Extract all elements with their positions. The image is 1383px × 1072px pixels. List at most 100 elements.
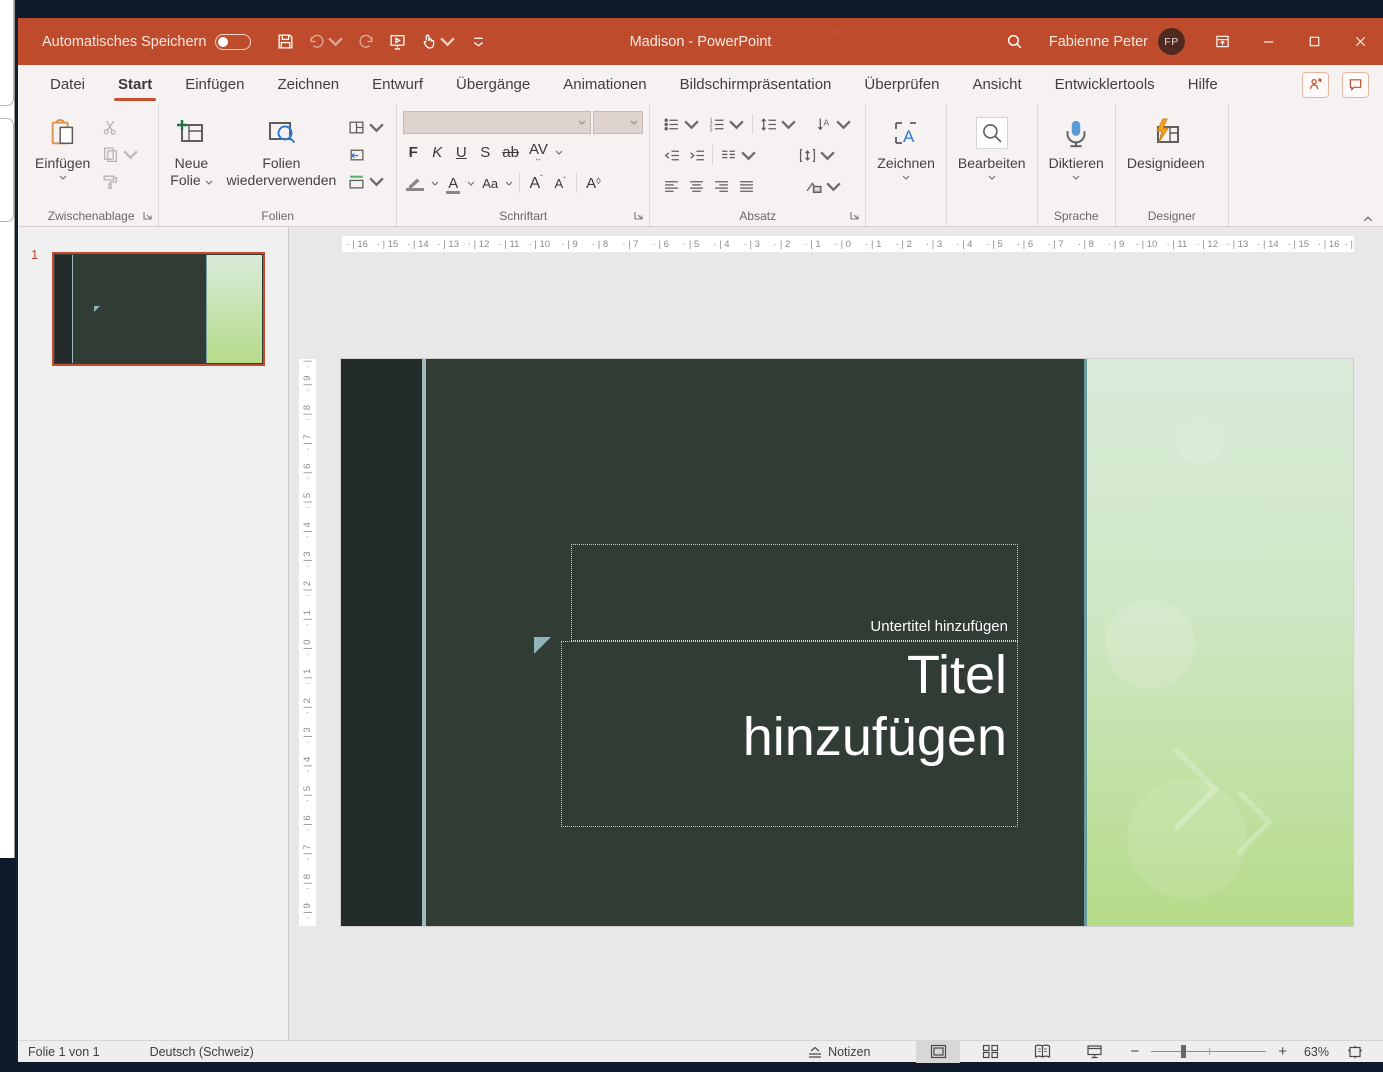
bullets-button[interactable] xyxy=(660,114,703,135)
save-icon[interactable] xyxy=(272,29,299,54)
align-text-button[interactable] xyxy=(796,145,839,166)
quick-access-toolbar xyxy=(272,29,492,54)
increase-indent-button[interactable] xyxy=(685,145,708,166)
slideshow-view-button[interactable] xyxy=(1072,1041,1116,1063)
tab-entwicklertools[interactable]: Entwicklertools xyxy=(1053,68,1157,102)
text-direction-button[interactable] xyxy=(812,114,855,135)
subtitle-placeholder[interactable]: Untertitel hinzufügen xyxy=(571,544,1018,641)
tab-einf-gen[interactable]: Einfügen xyxy=(183,68,246,102)
font-color-button[interactable]: A xyxy=(443,174,463,194)
new-slide-icon xyxy=(175,115,207,151)
ribbon-display-options-icon[interactable] xyxy=(1199,18,1245,65)
format-painter-button[interactable] xyxy=(99,171,142,192)
notes-button[interactable]: Notizen xyxy=(785,1045,892,1059)
undo-icon[interactable] xyxy=(303,29,349,54)
design-ideas-button[interactable]: Designideen xyxy=(1120,109,1212,204)
font-name-combo[interactable] xyxy=(403,111,592,134)
copy-button[interactable] xyxy=(99,144,142,165)
fit-slide-to-window-button[interactable] xyxy=(1337,1045,1373,1059)
paste-button[interactable]: Einfügen xyxy=(28,109,97,204)
columns-button[interactable] xyxy=(717,145,760,166)
change-case-button[interactable]: Aa xyxy=(479,175,501,192)
font-size-combo[interactable] xyxy=(593,111,644,134)
zoom-slider[interactable] xyxy=(1151,1045,1267,1058)
slide-indicator[interactable]: Folie 1 von 1 xyxy=(18,1045,110,1059)
group-label-slides: Folien xyxy=(261,209,295,223)
title-placeholder[interactable]: Titel hinzufügen xyxy=(561,641,1018,827)
reuse-slides-button[interactable]: Folien wiederverwenden xyxy=(220,109,344,204)
layout-button[interactable] xyxy=(345,117,388,138)
bold-button[interactable]: F xyxy=(403,143,423,162)
numbering-button[interactable] xyxy=(705,114,748,135)
slide-editing-area[interactable]: Untertitel hinzufügen Titel hinzufügen xyxy=(341,359,1353,926)
vertical-ruler[interactable]: · | 9 · | 8 · | 7 · | 6 · | 5 · | 4 · | 3 · | 2… xyxy=(299,359,316,926)
align-right-button[interactable] xyxy=(710,176,733,197)
clipboard-dialog-launcher[interactable] xyxy=(141,209,154,222)
tab-datei[interactable]: Datei xyxy=(48,68,87,102)
zoom-out-button[interactable]: − xyxy=(1126,1043,1143,1060)
underline-button[interactable]: U xyxy=(451,143,471,162)
zoom-level[interactable]: 63% xyxy=(1299,1045,1329,1059)
comments-button[interactable] xyxy=(1342,71,1369,98)
cut-button[interactable] xyxy=(99,117,142,138)
reading-view-button[interactable] xyxy=(1020,1041,1064,1063)
autosave-toggle-group[interactable]: Automatisches Speichern xyxy=(42,33,252,50)
paragraph-dialog-launcher[interactable] xyxy=(848,209,861,222)
close-button[interactable] xyxy=(1337,18,1383,65)
smartart-convert-button[interactable] xyxy=(802,176,845,197)
avatar[interactable]: FP xyxy=(1158,28,1185,55)
italic-button[interactable]: K xyxy=(427,143,447,162)
minimize-button[interactable] xyxy=(1245,18,1291,65)
tab--berg-nge[interactable]: Übergänge xyxy=(454,68,532,102)
redo-icon[interactable] xyxy=(353,29,380,54)
customize-qat-icon[interactable] xyxy=(465,29,492,54)
search-icon[interactable] xyxy=(980,18,1049,65)
tab-zeichnen[interactable]: Zeichnen xyxy=(275,68,341,102)
tab-animationen[interactable]: Animationen xyxy=(561,68,648,102)
collapse-ribbon-icon[interactable] xyxy=(1363,216,1373,222)
slide-sorter-view-button[interactable] xyxy=(968,1041,1012,1063)
language-indicator[interactable]: Deutsch (Schweiz) xyxy=(140,1045,264,1059)
subtitle-placeholder-text[interactable]: Untertitel hinzufügen xyxy=(870,618,1008,635)
maximize-button[interactable] xyxy=(1291,18,1337,65)
line-spacing-button[interactable] xyxy=(757,114,800,135)
align-left-button[interactable] xyxy=(660,176,683,197)
tab--berpr-fen[interactable]: Überprüfen xyxy=(862,68,941,102)
editing-button[interactable]: Bearbeiten xyxy=(951,109,1033,204)
normal-view-button[interactable] xyxy=(916,1040,961,1063)
slide-thumbnail-preview xyxy=(55,255,262,363)
tab-entwurf[interactable]: Entwurf xyxy=(370,68,425,102)
autosave-toggle[interactable] xyxy=(215,33,252,50)
horizontal-ruler[interactable]: · | 16 · | 15 · | 14 · | 13 · | 12 · | 11 · | … xyxy=(342,236,1354,252)
zoom-slider-handle[interactable] xyxy=(1181,1045,1187,1058)
touch-mode-icon[interactable] xyxy=(415,29,461,54)
share-button[interactable] xyxy=(1302,71,1329,98)
drawing-button[interactable]: Zeichnen xyxy=(870,109,942,204)
title-placeholder-text[interactable]: Titel hinzufügen xyxy=(677,644,1007,768)
section-button[interactable] xyxy=(345,171,388,192)
text-shadow-button[interactable]: S xyxy=(475,143,495,162)
decrease-indent-button[interactable] xyxy=(660,145,683,166)
start-slideshow-icon[interactable] xyxy=(384,29,411,54)
tab-bildschirmpr-sentation[interactable]: Bildschirmpräsentation xyxy=(678,68,834,102)
account-area[interactable]: Fabienne Peter FP xyxy=(1049,28,1199,55)
reset-button[interactable] xyxy=(345,144,388,165)
dictate-button[interactable]: Diktieren xyxy=(1042,109,1111,204)
notes-icon xyxy=(807,1046,823,1058)
highlight-color-button[interactable] xyxy=(403,176,427,191)
grow-font-button[interactable]: Aˆ xyxy=(526,173,546,194)
slide-number: 1 xyxy=(31,247,39,262)
justify-button[interactable] xyxy=(735,176,758,197)
shrink-font-button[interactable]: Aˇ xyxy=(550,175,570,192)
slide-thumbnail-1[interactable] xyxy=(52,252,265,366)
strikethrough-button[interactable]: ab xyxy=(499,143,522,162)
tab-ansicht[interactable]: Ansicht xyxy=(970,68,1023,102)
clear-formatting-button[interactable]: A◊ xyxy=(583,174,603,193)
tab-hilfe[interactable]: Hilfe xyxy=(1186,68,1220,102)
new-slide-button[interactable]: Neue Folie xyxy=(163,109,219,204)
tab-start[interactable]: Start xyxy=(114,68,157,102)
align-center-button[interactable] xyxy=(685,176,708,197)
character-spacing-button[interactable]: AV ↔ xyxy=(526,140,551,164)
zoom-in-button[interactable]: + xyxy=(1274,1043,1291,1060)
font-dialog-launcher[interactable] xyxy=(632,209,645,222)
